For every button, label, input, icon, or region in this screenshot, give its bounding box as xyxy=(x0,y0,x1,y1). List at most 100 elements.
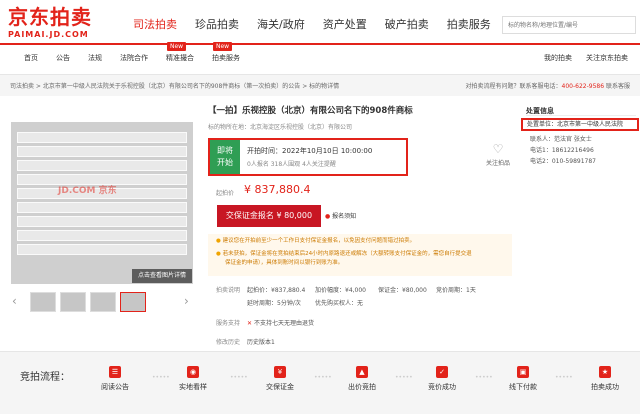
subnav-matching[interactable]: New 精准撮合 xyxy=(157,42,203,63)
pay-deposit-button[interactable]: 交保证金报名 ¥ 80,000 xyxy=(217,205,321,227)
document-row xyxy=(17,132,187,143)
thumbnail[interactable] xyxy=(30,292,56,312)
document-row xyxy=(17,146,187,157)
my-auction-link[interactable]: 我的拍卖 xyxy=(544,53,572,63)
subnav-notice[interactable]: 公告 xyxy=(47,53,79,63)
service-phone: 400-622-9586 xyxy=(561,83,605,90)
tip-1: ● 建议您在开拍前至少一个工作日支付保证金报名，以免因支付问题而错过拍卖。 xyxy=(216,238,415,245)
item-location: 标的物所在地：北京海淀区乐视控股（北京）有限公司 xyxy=(208,124,353,131)
info-icon: ● xyxy=(325,213,331,220)
thumbnail-selected[interactable] xyxy=(120,292,146,312)
document-row xyxy=(17,160,187,171)
start-time: 开拍时间：2022年10月10日 10:00:00 xyxy=(247,147,373,155)
notice-label: 报名须知 xyxy=(332,213,357,220)
detail-delay: 延时周期：5分钟/次 xyxy=(247,300,301,307)
next-arrow-icon[interactable]: › xyxy=(184,294,189,308)
breadcrumb[interactable]: 司法拍卖 > 北京市第一中级人民法院关于乐视控股（北京）有限公司名下的908件商… xyxy=(10,81,339,90)
customer-service-info: 对拍卖流程有问题？联系客服电话：400-622-9586 联系客服 xyxy=(466,81,630,90)
step-separator: ••••• xyxy=(395,374,413,381)
auction-stats: 0人报名 318人围观 4人关注提醒 xyxy=(247,161,336,168)
item-title: 【一拍】乐视控股（北京）有限公司名下的908件商标 xyxy=(208,106,413,116)
step-pay-deposit: ¥ 交保证金 xyxy=(266,366,294,391)
thumb-up-icon: ✓ xyxy=(436,366,448,378)
prev-arrow-icon[interactable]: ‹ xyxy=(12,294,17,308)
trophy-icon: ★ xyxy=(599,366,611,378)
step-separator: ••••• xyxy=(230,374,248,381)
nav-judicial-auction[interactable]: 司法拍卖 xyxy=(124,16,186,36)
service-label: 服务支持 xyxy=(216,320,241,327)
search-input[interactable] xyxy=(503,17,635,33)
new-badge: New xyxy=(213,42,233,51)
detail-priority-buyer: 优先购买权人：无 xyxy=(315,300,364,307)
warning-icon: ● xyxy=(216,251,221,257)
close-icon: ✕ xyxy=(247,320,253,327)
service-text: 对拍卖流程有问题？联系客服电话： xyxy=(465,83,562,90)
contact-phone-1: 电话1：18612216496 xyxy=(530,147,594,154)
subnav-service-label: 拍卖服务 xyxy=(212,54,240,62)
search-box xyxy=(502,16,636,34)
subnav-court-coop[interactable]: 法院合作 xyxy=(111,53,157,63)
heart-icon: ♡ xyxy=(492,142,504,156)
nav-auction-service[interactable]: 拍卖服务 xyxy=(438,16,500,36)
nav-asset-disposal[interactable]: 资产处置 xyxy=(314,16,376,36)
step-view-sample: ◉ 实地看样 xyxy=(179,366,207,391)
tip-2: ● 若未获拍，保证金将在竞拍结束后24小时内原路退还或解冻（大额转账支付保证金的… xyxy=(216,251,472,258)
status-badge: 即将 开始 xyxy=(210,140,240,174)
follow-item-button[interactable]: ♡ 关注拍品 xyxy=(486,142,510,167)
follow-jd-link[interactable]: 关注京东拍卖 xyxy=(586,53,628,63)
tip-2-cont: 保证金的申请），具体到账时间以银行到账为准。 xyxy=(225,260,344,266)
money-icon: ¥ xyxy=(274,366,286,378)
document-row xyxy=(17,202,187,213)
step-bid: ▲ 出价竞拍 xyxy=(348,366,376,391)
history-label: 修改历史 xyxy=(216,339,241,346)
step-separator: ••••• xyxy=(555,374,573,381)
history-version-link[interactable]: 历史版本1 xyxy=(247,337,275,346)
document-row xyxy=(17,230,187,241)
detail-start-price: 起拍价：¥837,880.4 xyxy=(247,287,306,294)
jd-watermark: JD.COM 京东 xyxy=(58,186,117,196)
registration-notice-link[interactable]: ● 报名须知 xyxy=(325,211,356,220)
status-line2: 开始 xyxy=(217,158,233,167)
jd-paimai-logo[interactable]: 京东拍卖 PAIMAI.JD.COM xyxy=(8,6,116,42)
nav-bankruptcy[interactable]: 破产拍卖 xyxy=(376,16,438,36)
step-auction-success: ★ 拍卖成功 xyxy=(591,366,619,391)
main-image[interactable] xyxy=(11,122,193,284)
subnav-home[interactable]: 首页 xyxy=(0,53,47,63)
thumbnail[interactable] xyxy=(90,292,116,312)
service-support-text: 不支持七天无理由退货 xyxy=(253,320,314,327)
panel-divider xyxy=(526,115,636,116)
subnav-right: 我的拍卖 关注京东拍卖 xyxy=(544,53,628,63)
status-line1: 即将 xyxy=(217,146,233,155)
nav-treasure-auction[interactable]: 珍品拍卖 xyxy=(186,16,248,36)
nav-customs-gov[interactable]: 海关/政府 xyxy=(248,16,314,36)
logo-cn: 京东拍卖 xyxy=(8,5,92,29)
gavel-icon: ▲ xyxy=(356,366,368,378)
document-icon: ☰ xyxy=(109,366,121,378)
detail-increment: 加价幅度：¥4,000 xyxy=(315,287,366,294)
view-image-detail-button[interactable]: 点击查看图片详情 xyxy=(132,269,192,283)
contact-person: 联系人：范法官 张女士 xyxy=(530,136,592,143)
step-bid-success: ✓ 竞价成功 xyxy=(428,366,456,391)
starting-price: ¥ 837,880.4 xyxy=(244,183,311,196)
thumbnail[interactable] xyxy=(60,292,86,312)
step-offline-payment: ▣ 线下付款 xyxy=(509,366,537,391)
eye-icon: ◉ xyxy=(187,366,199,378)
tips-box: ● 建议您在开拍前至少一个工作日支付保证金报名，以免因支付问题而错过拍卖。 ● … xyxy=(208,234,512,276)
disposal-unit: 处置单位：北京市第一中级人民法院 xyxy=(521,118,639,131)
process-label: 竞拍流程： xyxy=(20,372,70,383)
contact-phone-2: 电话2：010-59891787 xyxy=(530,158,596,165)
step-separator: ••••• xyxy=(475,374,493,381)
service-support: ✕ 不支持七天无理由退货 xyxy=(247,318,314,327)
logo-en: PAIMAI.JD.COM xyxy=(8,30,89,39)
subnav-law[interactable]: 法规 xyxy=(79,53,111,63)
document-row xyxy=(17,244,187,255)
contact-service-link[interactable]: 联系客服 xyxy=(606,83,630,90)
top-nav: 司法拍卖 珍品拍卖 海关/政府 资产处置 破产拍卖 拍卖服务 拍拍采购 xyxy=(124,16,562,36)
follow-label: 关注拍品 xyxy=(486,160,511,167)
starting-price-label: 起拍价 xyxy=(216,190,235,197)
subnav-matching-label: 精准撮合 xyxy=(166,54,194,62)
new-badge: New xyxy=(167,42,187,51)
subnav-service[interactable]: New 拍卖服务 xyxy=(203,42,249,63)
warning-icon: ● xyxy=(216,238,221,244)
detail-deposit: 保证金：¥80,000 xyxy=(378,287,427,294)
